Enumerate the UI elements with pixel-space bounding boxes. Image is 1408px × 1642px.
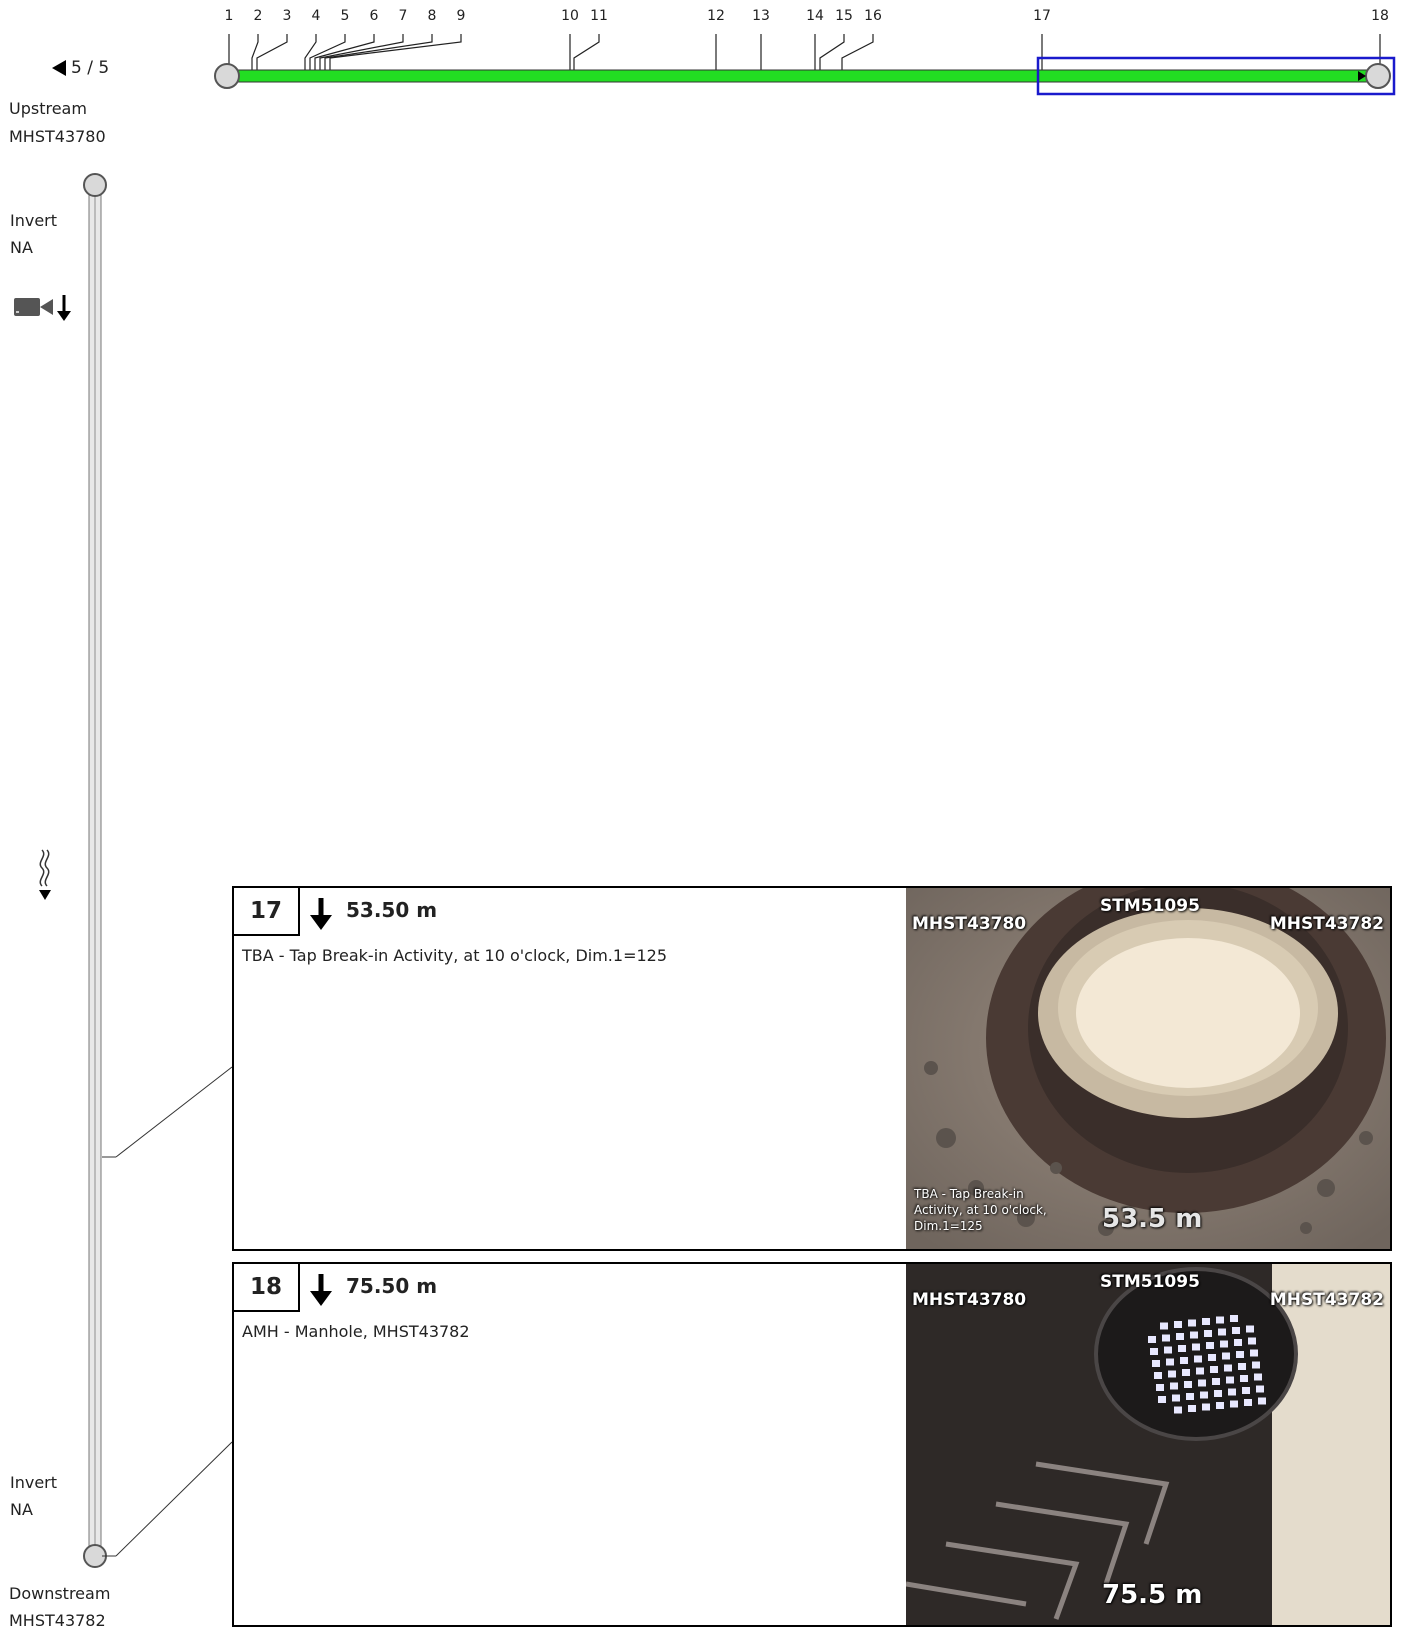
down-arrow-icon — [310, 898, 332, 930]
led — [1198, 1379, 1206, 1387]
led — [1212, 1378, 1220, 1385]
led — [1230, 1400, 1238, 1408]
led — [1186, 1393, 1194, 1400]
tick-leader-line — [841, 34, 874, 70]
photo-distance: 75.5 m — [1102, 1580, 1203, 1610]
down-arrow-icon — [310, 1274, 332, 1306]
led — [1172, 1394, 1180, 1402]
observation-description: TBA - Tap Break-in Activity, at 10 o'clo… — [242, 946, 668, 965]
photo-distance: 53.5 m — [1102, 1204, 1203, 1234]
photo-center-label: STM51095 — [1100, 896, 1200, 916]
led — [1174, 1406, 1182, 1414]
led — [1240, 1375, 1248, 1382]
led — [1232, 1327, 1240, 1334]
led — [1160, 1322, 1168, 1330]
led — [1248, 1337, 1256, 1345]
led — [1254, 1373, 1262, 1381]
led — [1250, 1349, 1258, 1357]
led — [1258, 1397, 1266, 1405]
observation-distance: 53.50 m — [346, 898, 438, 922]
led — [1230, 1315, 1238, 1322]
led — [1182, 1369, 1190, 1376]
tick-leader-line — [819, 34, 845, 70]
led — [1242, 1387, 1250, 1394]
led — [1224, 1364, 1232, 1372]
led — [1204, 1330, 1212, 1337]
tick-leader-line — [256, 34, 288, 70]
photo-caption-line: Dim.1=125 — [914, 1219, 983, 1234]
observation-distance: 75.50 m — [346, 1274, 438, 1298]
observation-photo[interactable]: MHST43780 STM51095 MHST43782 TBA - Tap B… — [906, 888, 1390, 1249]
led — [1168, 1370, 1176, 1378]
led — [1154, 1372, 1162, 1379]
photo-right-label: MHST43782 — [1269, 1290, 1384, 1310]
led — [1238, 1363, 1246, 1370]
observation-card-17[interactable]: 17 53.50 m TBA - Tap Break-in Activity, … — [232, 886, 1392, 1251]
led — [1158, 1396, 1166, 1403]
led — [1148, 1336, 1156, 1343]
led — [1184, 1381, 1192, 1388]
tick-leader-line — [573, 34, 600, 70]
led — [1202, 1318, 1210, 1325]
photo-caption: TBA - Tap Break-in Activity, at 10 o'clo… — [914, 1186, 1047, 1235]
led — [1202, 1403, 1210, 1411]
photo-image — [906, 1264, 1390, 1625]
downstream-node[interactable] — [1365, 63, 1391, 89]
observation-number: 17 — [234, 888, 300, 936]
photo-right-label: MHST43782 — [1269, 914, 1384, 934]
led — [1216, 1402, 1224, 1409]
led — [1210, 1366, 1218, 1373]
led — [1226, 1376, 1234, 1384]
led — [1252, 1361, 1260, 1369]
led — [1176, 1333, 1184, 1340]
led — [1174, 1321, 1182, 1328]
led — [1196, 1367, 1204, 1375]
led — [1246, 1325, 1254, 1333]
led — [1150, 1348, 1158, 1355]
led — [1222, 1352, 1230, 1360]
photo-caption-line: TBA - Tap Break-in — [914, 1187, 1024, 1201]
led — [1236, 1351, 1244, 1358]
led — [1200, 1391, 1208, 1399]
led — [1192, 1343, 1200, 1351]
led — [1190, 1331, 1198, 1339]
photo-center-label: STM51095 — [1100, 1272, 1200, 1292]
led — [1188, 1405, 1196, 1412]
pipe-bar — [227, 69, 1379, 83]
led — [1156, 1384, 1164, 1391]
led — [1166, 1358, 1174, 1366]
led — [1228, 1388, 1236, 1396]
observation-number: 18 — [234, 1264, 300, 1312]
led — [1218, 1328, 1226, 1336]
led — [1216, 1316, 1224, 1324]
led — [1180, 1357, 1188, 1364]
observation-card-18[interactable]: 18 75.50 m AMH - Manhole, MHST43782 MHST… — [232, 1262, 1392, 1627]
led — [1152, 1360, 1160, 1367]
led — [1194, 1355, 1202, 1363]
vertical-upstream-node[interactable] — [83, 173, 107, 197]
led — [1220, 1340, 1228, 1348]
led — [1214, 1390, 1222, 1397]
photo-left-label: MHST43780 — [912, 1290, 1027, 1310]
led — [1206, 1342, 1214, 1349]
observation-photo[interactable]: MHST43780 STM51095 MHST43782 75.5 m — [906, 1264, 1390, 1625]
led — [1244, 1399, 1252, 1406]
led — [1178, 1345, 1186, 1352]
led — [1234, 1339, 1242, 1346]
photo-left-label: MHST43780 — [912, 914, 1027, 934]
led — [1256, 1385, 1264, 1393]
led — [1170, 1382, 1178, 1390]
led — [1164, 1346, 1172, 1354]
photo-caption-line: Activity, at 10 o'clock, — [914, 1203, 1047, 1218]
led — [1208, 1354, 1216, 1361]
led — [1162, 1334, 1170, 1342]
vertical-pipe — [83, 173, 233, 1568]
led — [1188, 1319, 1196, 1327]
observation-description: AMH - Manhole, MHST43782 — [242, 1322, 470, 1341]
